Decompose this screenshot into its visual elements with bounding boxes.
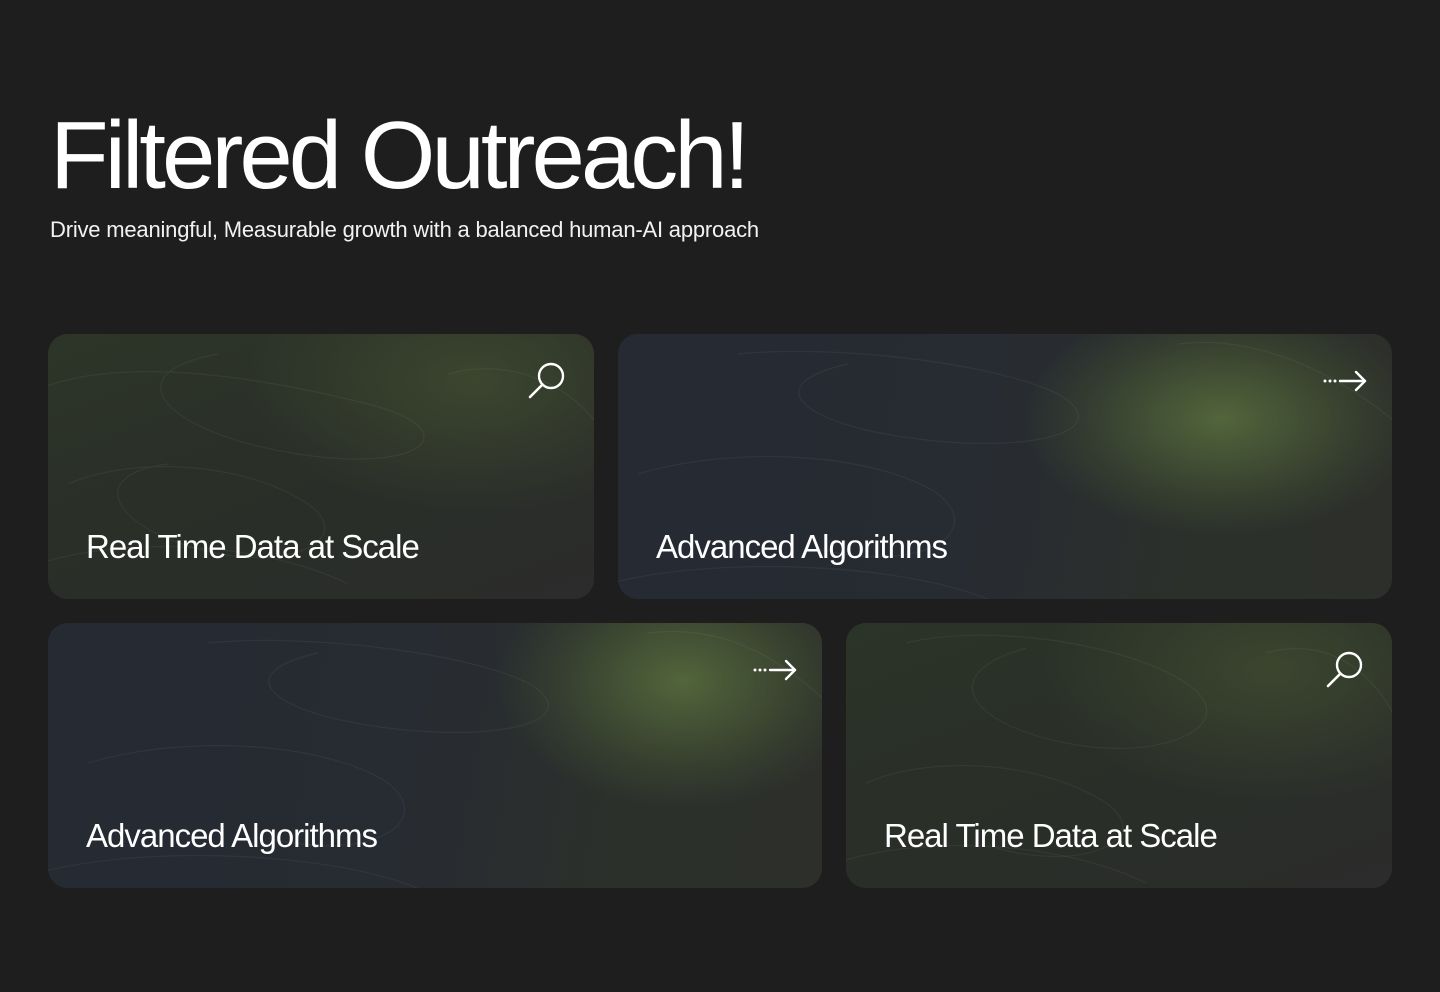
card-title: Real Time Data at Scale <box>86 528 420 565</box>
feature-card-real-time-data[interactable]: Real Time Data at Scale <box>48 334 594 599</box>
search-icon <box>1326 651 1363 688</box>
search-icon <box>528 362 565 399</box>
page-title: Filtered Outreach! <box>50 102 750 209</box>
feature-card-advanced-algorithms[interactable]: Advanced Algorithms <box>48 623 822 888</box>
hero-section: Filtered Outreach! Drive meaningful, Mea… <box>50 104 770 248</box>
feature-card-real-time-data[interactable]: Real Time Data at Scale <box>846 623 1392 888</box>
card-title: Advanced Algorithms <box>86 817 378 854</box>
dotted-arrow-right-icon <box>1323 370 1367 392</box>
feature-card-advanced-algorithms[interactable]: Advanced Algorithms <box>618 334 1392 599</box>
card-title: Advanced Algorithms <box>656 528 948 565</box>
dotted-arrow-right-icon <box>753 659 797 681</box>
page-subtitle: Drive meaningful, Measurable growth with… <box>50 217 759 242</box>
card-title: Real Time Data at Scale <box>884 817 1218 854</box>
page: Filtered Outreach! Drive meaningful, Mea… <box>0 0 1440 992</box>
